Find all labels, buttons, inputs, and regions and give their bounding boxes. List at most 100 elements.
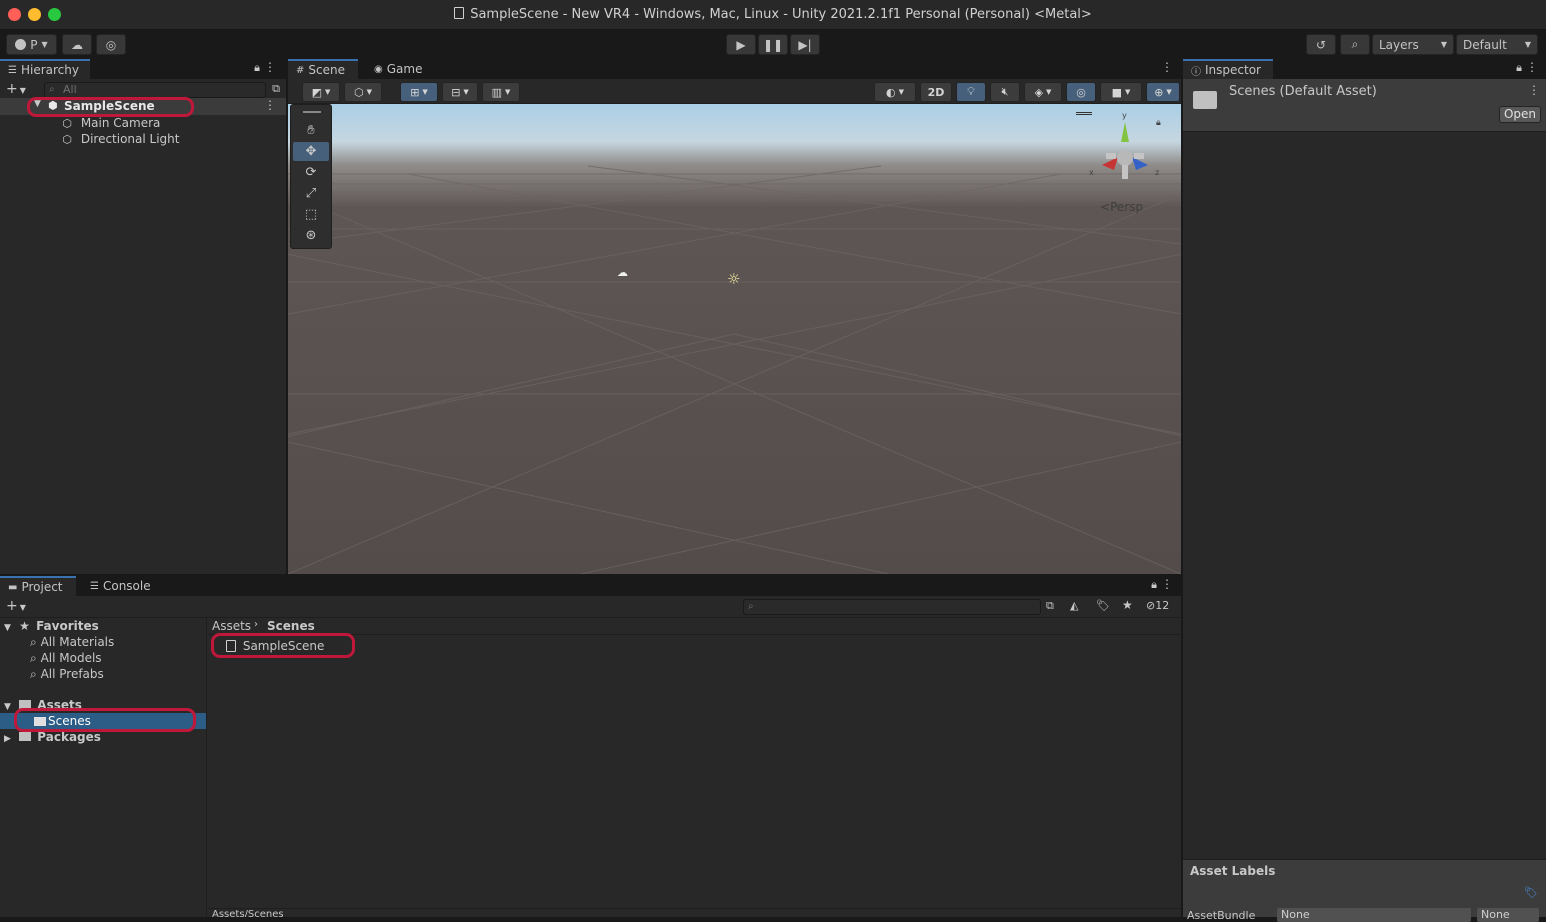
palette-drag-handle[interactable] (303, 111, 321, 113)
increment-snap-toggle[interactable]: ⊟ ▼ (442, 82, 478, 102)
eye-off-icon: ◎ (1076, 85, 1086, 99)
layers-dropdown[interactable]: Layers ▼ (1372, 34, 1454, 55)
step-button[interactable]: ▶| (790, 34, 820, 55)
chevron-down-icon: ▼ (1046, 88, 1052, 96)
light-gizmo-icon[interactable]: ☼ (727, 270, 740, 288)
create-button[interactable]: + ▼ (6, 81, 26, 97)
account-icon (15, 39, 27, 50)
chevron-down-icon: ▼ (1440, 40, 1447, 49)
assetbundle-variant-dropdown[interactable]: None (1477, 908, 1539, 922)
lighting-toggle[interactable]: 💡︎ (956, 82, 986, 102)
render-mode-dropdown[interactable]: ⬡ ▼ (344, 82, 382, 102)
gizmos-dropdown[interactable]: ⊕ ▼ (1146, 82, 1180, 102)
snap-icon: ⊟ (451, 85, 461, 99)
hierarchy-search-input[interactable]: ⌕ All (44, 82, 266, 98)
grid-icon: # (296, 64, 305, 76)
filter-label-icon[interactable]: 🏷︎ (1096, 599, 1110, 612)
chevron-down-icon: ▼ (422, 88, 428, 96)
more-options-icon[interactable]: ⋮ (1528, 83, 1540, 97)
search-button[interactable]: ⌕ (1340, 34, 1370, 55)
gizmo-menu-icon[interactable] (1076, 112, 1092, 115)
grid-snap-toggle[interactable]: ⊞ ▼ (400, 82, 438, 102)
tab-project[interactable]: ▬ Project (0, 576, 76, 596)
favorite-item[interactable]: ⌕ All Prefabs (30, 666, 104, 682)
rect-tool-button[interactable]: ⬚ (293, 205, 329, 224)
filter-type-icon[interactable]: ◭ (1070, 599, 1078, 612)
cube-icon: ⬡ (354, 85, 364, 99)
console-icon: ☰ (90, 580, 99, 592)
more-options-icon[interactable]: ⋮ (1161, 577, 1173, 591)
more-options-icon[interactable]: ⋮ (264, 98, 276, 112)
window-title: SampleScene - New VR4 - Windows, Mac, Li… (0, 7, 1546, 22)
2d-toggle[interactable]: 2D (920, 82, 952, 102)
camera-gizmo-icon[interactable]: ☁ (617, 266, 628, 279)
chevron-down-icon: ▼ (366, 88, 372, 96)
window-title-bar: SampleScene - New VR4 - Windows, Mac, Li… (0, 0, 1546, 30)
ruler-toggle[interactable]: ▥ ▼ (482, 82, 520, 102)
play-button[interactable]: ▶ (726, 34, 756, 55)
tab-hierarchy[interactable]: ☰ Hierarchy (0, 59, 90, 79)
favorite-star-icon[interactable]: ★ (1122, 598, 1133, 612)
pause-button[interactable]: ❚❚ (758, 34, 788, 55)
tab-console[interactable]: ☰ Console (82, 576, 162, 596)
chevron-down-icon: ▼ (1125, 88, 1131, 96)
effects-dropdown[interactable]: ◈ ▼ (1024, 82, 1062, 102)
scene-viewport[interactable]: ✋︎ ✥ ⟳ ⤢ ⬚ ⊛ 🔒︎ y x z <Persp ☁ ☼ (288, 104, 1181, 574)
tab-game[interactable]: ◉ Game (366, 59, 436, 79)
tab-inspector[interactable]: ⓘ Inspector (1183, 59, 1273, 79)
undo-history-button[interactable]: ↺ (1306, 34, 1336, 55)
lock-icon[interactable]: 🔒︎ (254, 61, 260, 75)
history-icon: ↺ (1315, 37, 1327, 52)
project-search-input[interactable]: ⌕ (743, 599, 1041, 615)
hand-tool-button[interactable]: ✋︎ (293, 121, 329, 140)
scene-file-icon (454, 7, 465, 19)
lock-icon[interactable]: 🔒︎ (1156, 118, 1161, 128)
hierarchy-item[interactable]: ⬡ Directional Light (60, 131, 179, 147)
annotation-highlight (14, 708, 196, 732)
create-asset-button[interactable]: + ▼ (6, 598, 26, 614)
lock-icon[interactable]: 🔒︎ (1516, 61, 1522, 75)
open-button[interactable]: Open (1499, 106, 1541, 123)
layout-dropdown[interactable]: Default ▼ (1456, 34, 1538, 55)
ruler-icon: ▥ (491, 85, 502, 99)
projection-toggle[interactable]: <Persp (1100, 200, 1143, 214)
grid-snap-icon: ⊞ (410, 85, 420, 99)
more-options-icon[interactable]: ⋮ (1161, 60, 1173, 74)
assetbundle-dropdown[interactable]: None (1277, 908, 1471, 922)
tag-label-icon[interactable]: 🏷︎ (1524, 886, 1538, 899)
chevron-down-icon: ▼ (1166, 88, 1172, 96)
orientation-gizmo[interactable]: 🔒︎ y x z (1076, 111, 1168, 192)
hierarchy-item[interactable]: ⬡ Main Camera (60, 115, 160, 131)
rotate-tool-button[interactable]: ⟳ (293, 163, 329, 182)
eye-off-icon: ⊘ (1146, 599, 1156, 612)
chevron-down-icon: ▼ (4, 623, 11, 633)
hierarchy-panel: ☰ Hierarchy 🔒︎ ⋮ + ▼ ⌕ All ⧉ ▼ ⬢ SampleSc… (0, 59, 286, 574)
draw-mode-dropdown[interactable]: ◩ ▼ (302, 82, 340, 102)
tab-scene[interactable]: # Scene (288, 59, 358, 79)
collab-button[interactable]: ◎ (96, 34, 126, 55)
audio-toggle[interactable]: 🔇︎ (990, 82, 1020, 102)
favorites-section[interactable]: ▼ ★ Favorites (4, 618, 99, 634)
layers-icon: ◈ (1034, 85, 1044, 99)
globe-icon: ⊕ (1154, 85, 1164, 99)
more-options-icon[interactable]: ⋮ (264, 60, 276, 74)
camera-dropdown[interactable]: ■ ▼ (1100, 82, 1142, 102)
account-dropdown[interactable]: P ▼ (6, 34, 57, 55)
scene-visibility-toggle[interactable]: ◎ (1066, 82, 1096, 102)
scale-tool-button[interactable]: ⤢ (293, 184, 329, 203)
folder-icon (1193, 91, 1217, 109)
tool-palette: ✋︎ ✥ ⟳ ⤢ ⬚ ⊛ (290, 104, 332, 249)
scene-panel: # Scene ◉ Game ⋮ ◩ ▼ ⬡ ▼ ⊞ ▼ ⊟ ▼ ▥ ▼ ◐ ▼ 2D 💡︎… (288, 59, 1181, 574)
more-options-icon[interactable]: ⋮ (1526, 60, 1538, 74)
gameobject-cube-icon: ⬡ (62, 133, 72, 146)
move-tool-button[interactable]: ✥ (293, 142, 329, 161)
search-by-type-icon[interactable]: ⧉ (1046, 599, 1054, 613)
transform-tool-button[interactable]: ⊛ (293, 226, 329, 245)
favorite-item[interactable]: ⌕ All Models (30, 650, 102, 666)
cloud-button[interactable]: ☁ (62, 34, 92, 55)
hidden-packages-toggle[interactable]: ⊘12 (1146, 599, 1169, 612)
scene-visibility-icon[interactable]: ⧉ (272, 82, 280, 96)
shading-dropdown[interactable]: ◐ ▼ (874, 82, 916, 102)
favorite-item[interactable]: ⌕ All Materials (30, 634, 114, 650)
lock-icon[interactable]: 🔒︎ (1151, 578, 1157, 592)
